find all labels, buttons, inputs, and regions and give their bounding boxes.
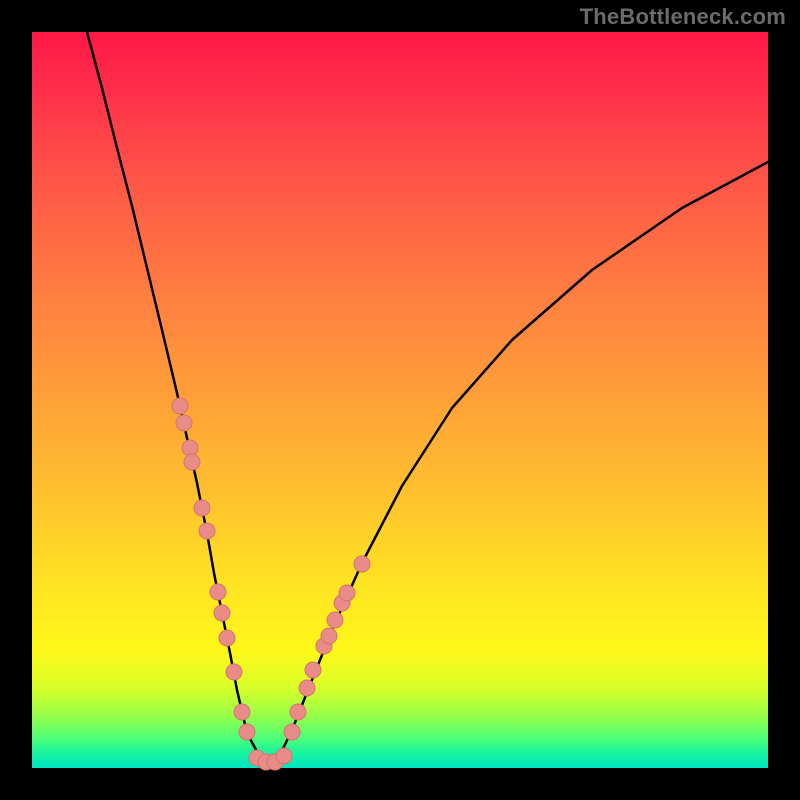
curve-marker <box>321 628 337 644</box>
chart-frame: TheBottleneck.com <box>0 0 800 800</box>
curve-marker <box>199 523 215 539</box>
plot-area <box>32 32 768 768</box>
curve-marker <box>327 612 343 628</box>
curve-marker <box>194 500 210 516</box>
curve-marker <box>339 585 355 601</box>
curve-marker <box>172 398 188 414</box>
curve-marker <box>214 605 230 621</box>
curve-marker <box>176 415 192 431</box>
curve-marker <box>182 440 198 456</box>
curve-layer <box>32 32 768 768</box>
curve-marker <box>284 724 300 740</box>
bottleneck-curve <box>87 32 768 761</box>
watermark-text: TheBottleneck.com <box>580 4 786 30</box>
curve-marker <box>305 662 321 678</box>
curve-marker <box>210 584 226 600</box>
curve-marker <box>299 680 315 696</box>
curve-marker <box>290 704 306 720</box>
curve-marker <box>354 556 370 572</box>
curve-marker <box>226 664 242 680</box>
curve-marker <box>239 724 255 740</box>
curve-marker <box>219 630 235 646</box>
curve-marker <box>234 704 250 720</box>
curve-marker <box>276 748 292 764</box>
curve-markers <box>172 398 370 770</box>
curve-marker <box>184 454 200 470</box>
